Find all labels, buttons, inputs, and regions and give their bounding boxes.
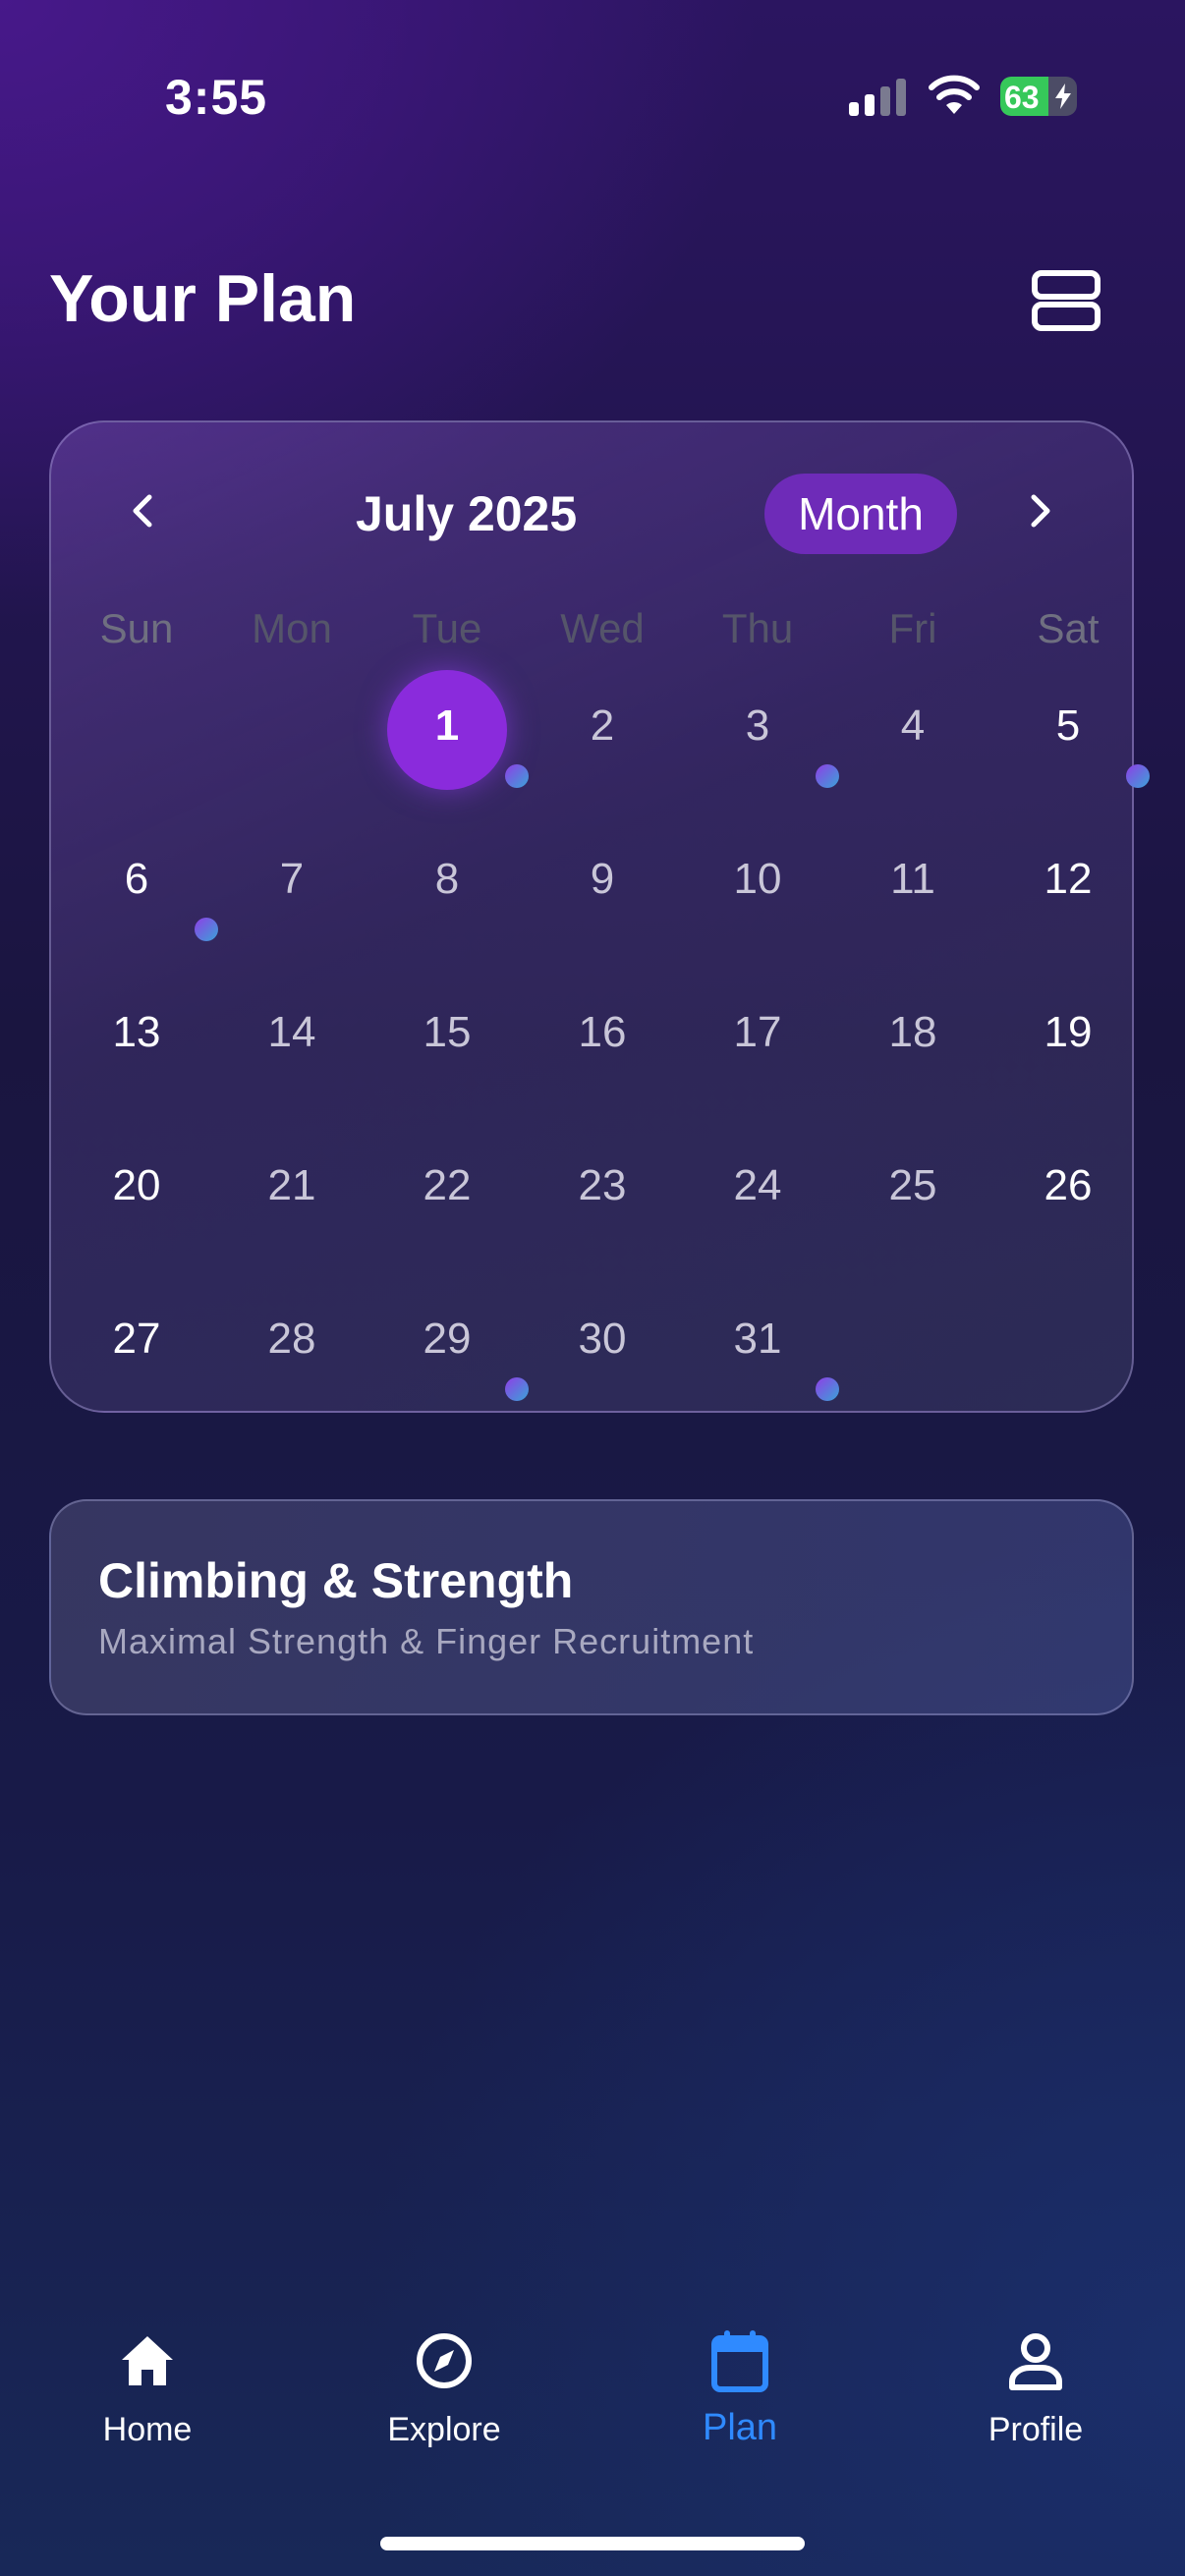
wifi-icon xyxy=(929,75,980,114)
month-title: July 2025 xyxy=(356,486,578,541)
calendar-day[interactable]: 18 xyxy=(835,1008,990,1057)
workout-marker-dot xyxy=(816,764,839,788)
battery-indicator: 63 xyxy=(1000,77,1077,116)
weekday-label: Thu xyxy=(721,605,794,651)
workout-marker-dot xyxy=(816,1377,839,1401)
status-bar: 3:55 63 xyxy=(0,0,1185,196)
tab-profile-label: Profile xyxy=(988,2411,1084,2448)
cellular-signal-icon xyxy=(849,77,908,116)
workout-marker-dot xyxy=(195,918,218,941)
workout-card[interactable]: Climbing & Strength Maximal Strength & F… xyxy=(49,1499,1134,1715)
calendar-day[interactable]: 2 xyxy=(525,701,680,751)
battery-percent: 63 xyxy=(1004,80,1040,115)
weekday-label: Fri xyxy=(888,605,937,651)
calendar-day[interactable]: 23 xyxy=(525,1161,680,1210)
tab-home[interactable]: Home xyxy=(29,2319,265,2466)
calendar-day[interactable]: 9 xyxy=(525,855,680,904)
calendar-day[interactable]: 12 xyxy=(990,855,1146,904)
weekday-label: Sun xyxy=(99,605,174,651)
calendar-day[interactable]: 3 xyxy=(680,701,835,751)
person-icon xyxy=(1009,2333,1062,2390)
tab-profile[interactable]: Profile xyxy=(918,2319,1154,2466)
calendar-day[interactable]: 27 xyxy=(59,1315,214,1364)
calendar-day[interactable]: 24 xyxy=(680,1161,835,1210)
calendar-day[interactable]: 31 xyxy=(680,1315,835,1364)
calendar-day[interactable]: 17 xyxy=(680,1008,835,1057)
compass-icon xyxy=(417,2333,472,2388)
view-mode-toggle[interactable]: Month xyxy=(764,474,957,554)
calendar-day[interactable]: 21 xyxy=(214,1161,369,1210)
tab-home-label: Home xyxy=(102,2411,193,2448)
calendar-day[interactable]: 28 xyxy=(214,1315,369,1364)
workout-title: Climbing & Strength xyxy=(98,1553,574,1608)
calendar-day[interactable]: 8 xyxy=(369,855,525,904)
tab-plan-label: Plan xyxy=(702,2407,778,2448)
calendar-day[interactable]: 30 xyxy=(525,1315,680,1364)
calendar-card: July 2025 Month Sun Mon Tue Wed Thu Fri Sat 12… xyxy=(49,420,1150,1413)
workout-marker-dot xyxy=(505,1377,529,1401)
calendar-day[interactable]: 20 xyxy=(59,1161,214,1210)
charging-bolt-icon xyxy=(1055,84,1071,109)
tab-plan[interactable]: Plan xyxy=(622,2319,858,2466)
stacked-rows-icon[interactable] xyxy=(1032,270,1100,331)
calendar-day[interactable]: 11 xyxy=(835,855,990,904)
calendar-day[interactable]: 19 xyxy=(990,1008,1146,1057)
workout-marker-dot xyxy=(505,764,529,788)
status-time: 3:55 xyxy=(165,70,268,125)
weekday-label: Sat xyxy=(1037,605,1100,651)
calendar-day[interactable]: 14 xyxy=(214,1008,369,1057)
calendar-day[interactable]: 10 xyxy=(680,855,835,904)
chevron-left-icon[interactable] xyxy=(124,489,163,532)
calendar-day[interactable]: 26 xyxy=(990,1161,1146,1210)
calendar-day[interactable]: 4 xyxy=(835,701,990,751)
workout-marker-dot xyxy=(1126,764,1150,788)
weekday-label: Tue xyxy=(412,605,482,651)
calendar-day[interactable]: 6 xyxy=(59,855,214,904)
calendar-day[interactable]: 22 xyxy=(369,1161,525,1210)
calendar-day[interactable]: 29 xyxy=(369,1315,525,1364)
weekday-label: Mon xyxy=(252,605,332,651)
tab-explore-label: Explore xyxy=(387,2411,501,2448)
calendar-day-today[interactable]: 1 xyxy=(387,701,507,751)
workout-subtitle: Maximal Strength & Finger Recruitment xyxy=(98,1621,755,1661)
chevron-right-icon[interactable] xyxy=(1020,489,1059,532)
weekday-label: Wed xyxy=(560,605,645,651)
calendar-day[interactable]: 16 xyxy=(525,1008,680,1057)
home-indicator xyxy=(380,2537,805,2550)
home-icon xyxy=(122,2336,173,2385)
calendar-day[interactable]: 5 xyxy=(990,701,1146,751)
calendar-day[interactable]: 7 xyxy=(214,855,369,904)
tab-explore[interactable]: Explore xyxy=(326,2319,562,2466)
calendar-day[interactable]: 15 xyxy=(369,1008,525,1057)
calendar-day[interactable]: 25 xyxy=(835,1161,990,1210)
page-title: Your Plan xyxy=(49,261,357,336)
calendar-icon xyxy=(711,2330,768,2392)
calendar-day[interactable]: 13 xyxy=(59,1008,214,1057)
